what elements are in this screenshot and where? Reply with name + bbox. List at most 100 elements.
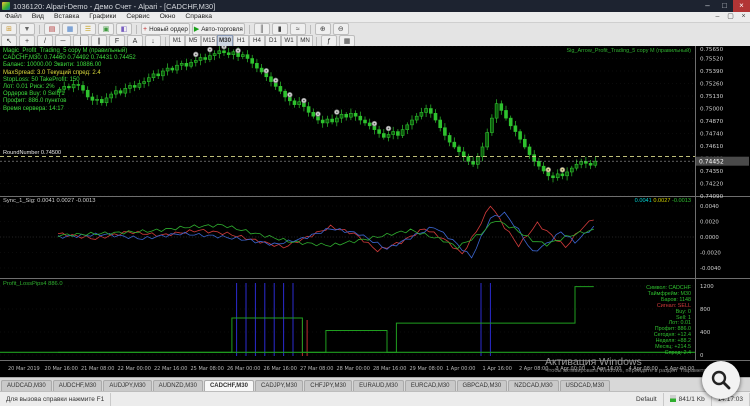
terminal-button[interactable]: ▣ [98,23,114,35]
svg-text:26 Mar 00:00: 26 Mar 00:00 [227,366,260,372]
svg-text:28 Mar 16:00: 28 Mar 16:00 [373,366,406,372]
zoom-out-icon: ⊖ [337,25,344,33]
svg-text:-0.0020: -0.0020 [700,251,721,257]
status-profile[interactable]: Default [630,392,664,406]
windows-activation-watermark: Активация Windows Чтобы активировать Win… [545,357,714,375]
menu-bar: Файл Вид Вставка Графики Сервис Окно Справка –… [0,12,750,23]
magnifier-icon [711,370,731,390]
menu-item-1[interactable]: Вид [27,12,49,22]
line-chart-icon: ≈ [295,25,300,33]
minimize-button[interactable]: – [699,0,716,12]
indicator-name-label: Sig_Arrow_Profit_Trading_5 copy M (прави… [566,48,691,54]
svg-text:0.74870: 0.74870 [700,119,724,125]
status-bar: Для вызова справки нажмите F1 Default 84… [0,391,750,406]
svg-text:22 Mar 00:00: 22 Mar 00:00 [118,366,151,372]
line-chart-button[interactable]: ≈ [289,23,306,35]
connection-icon [669,395,676,403]
new-chart-button[interactable]: ⊞ [1,23,17,35]
zoom-in-icon: ⊕ [319,25,326,33]
child-close-button[interactable]: × [737,12,750,22]
indicator2-label: Profit_LossPips4 886.0 [3,281,63,287]
ea-info-line-4: StopLoss: 50 TakeProfit: 150 [3,76,80,83]
svg-text:-0.0040: -0.0040 [700,266,721,272]
close-button[interactable]: × [733,0,750,12]
svg-text:1 Apr 00:00: 1 Apr 00:00 [446,366,475,372]
profiles-button[interactable]: ▼ [19,23,35,35]
svg-text:0.74090: 0.74090 [700,194,724,200]
menu-item-5[interactable]: Окно [155,12,181,22]
profiles-icon: ▼ [23,25,31,33]
data-window-icon: ▦ [66,25,74,33]
svg-text:1 Apr 16:00: 1 Apr 16:00 [483,366,512,372]
ea-info-line-1: CADCHF,M30: 0.74460 0.74492 0.74431 0.74… [3,55,136,62]
ea-info-line-7: Профит: 886.0 пунктов [3,98,67,105]
ea-info-line-0: Magic_Profit_Trading_5 copy M (правильны… [3,48,128,54]
strategy-tester-button[interactable]: ◧ [116,23,132,35]
svg-text:800: 800 [700,307,711,313]
svg-text:0.75390: 0.75390 [700,69,724,75]
child-restore-button[interactable]: ▢ [724,12,737,22]
indicator2-legend: Символ: CADCHF Таймфрейм: M30 Баров: 1148 С… [646,285,691,357]
svg-text:0.75000: 0.75000 [700,107,724,113]
autotrade-button[interactable]: ▶ Авто-торговля [191,23,245,35]
ea-info-line-5: Лот: 0.01 Риск: 2% [3,84,55,91]
svg-text:0.74610: 0.74610 [700,144,724,150]
svg-text:29 Mar 08:00: 29 Mar 08:00 [410,366,443,372]
svg-text:20 Mar 2019: 20 Mar 2019 [8,366,40,372]
svg-text:21 Mar 08:00: 21 Mar 08:00 [81,366,114,372]
autotrade-button-label: Авто-торговля [201,25,243,33]
svg-text:1200: 1200 [700,284,714,290]
svg-text:0.0020: 0.0020 [700,220,719,226]
svg-text:2 Apr 08:00: 2 Apr 08:00 [519,366,548,372]
status-traffic: 841/1 Kb [664,392,712,406]
window-title: 1036120: Alpari-Demo - Демо Счет - Alpar… [13,1,216,11]
new-order-icon: + [143,25,148,33]
zoom-overlay-button[interactable] [702,361,740,399]
svg-text:0.75650: 0.75650 [700,47,724,53]
menu-item-0[interactable]: Файл [0,12,27,22]
zoom-out-button[interactable]: ⊖ [332,23,349,35]
new-order-button[interactable]: + Новый ордер [141,23,190,35]
watermark-subtitle: Чтобы активировать Windows, перейдите в … [545,368,714,374]
indicator2-legend-row-11: Спред: 2.4 [664,349,691,356]
zoom-in-button[interactable]: ⊕ [314,23,331,35]
candles-chart-icon: ▮ [277,25,282,33]
svg-text:0.75520: 0.75520 [700,57,724,63]
ea-info-overlay: Magic_Profit_Trading_5 copy M (правильны… [3,48,136,113]
app-icon [2,2,10,10]
maximize-button[interactable]: □ [716,0,733,12]
navigator-icon: ☰ [84,25,92,33]
menu-item-6[interactable]: Справка [180,12,217,22]
indicator1-values: 0.0041 0.0027 -0.0013 [635,198,691,204]
navigator-button[interactable]: ☰ [80,23,96,35]
svg-text:0.74350: 0.74350 [700,169,724,175]
svg-text:0.0040: 0.0040 [700,204,719,210]
svg-text:22 Mar 16:00: 22 Mar 16:00 [154,366,187,372]
market-watch-icon: ▤ [48,25,56,33]
bars-chart-button[interactable]: ║ [253,23,270,35]
menu-item-2[interactable]: Вставка [49,12,84,22]
ea-info-line-3: MaxSpread: 3.0 Текущий спред: 2.4 [3,69,101,76]
candles-chart-button[interactable]: ▮ [271,23,288,35]
ea-info-line-2: Баланс: 10000.00 Эквити: 10886.00 [3,62,102,69]
menu-item-3[interactable]: Графики [84,12,121,22]
svg-text:26 Mar 16:00: 26 Mar 16:00 [264,366,297,372]
strategy-tester-icon: ◧ [120,25,128,33]
menu-item-4[interactable]: Сервис [121,12,154,22]
chart-tabs-bar: AUDCAD,M30 AUDCHF,M30 AUDJPY,M30 AUDNZD,M30… [0,377,750,392]
svg-text:0.75260: 0.75260 [700,82,724,88]
current-price-label: 0.74452 [699,158,724,165]
svg-text:20 Mar 16:00: 20 Mar 16:00 [45,366,78,372]
watermark-title: Активация Windows [545,356,642,368]
ea-info-line-6: Ордеров Buy: 0 Sell: 1 [3,91,65,98]
child-minimize-button[interactable]: – [711,12,724,22]
round-number-label: RoundNumber 0.74500 [3,149,62,156]
indicator1-value-2: -0.0013 [672,198,691,204]
new-chart-icon: ⊞ [6,25,12,33]
svg-text:27 Mar 08:00: 27 Mar 08:00 [300,366,333,372]
data-window-button[interactable]: ▦ [62,23,78,35]
mt4-window: 1036120: Alpari-Demo - Демо Счет - Alpar… [0,0,750,406]
indicator1-value-1: 0.0027 [653,198,673,204]
svg-text:0.0000: 0.0000 [700,235,719,241]
market-watch-button[interactable]: ▤ [44,23,60,35]
